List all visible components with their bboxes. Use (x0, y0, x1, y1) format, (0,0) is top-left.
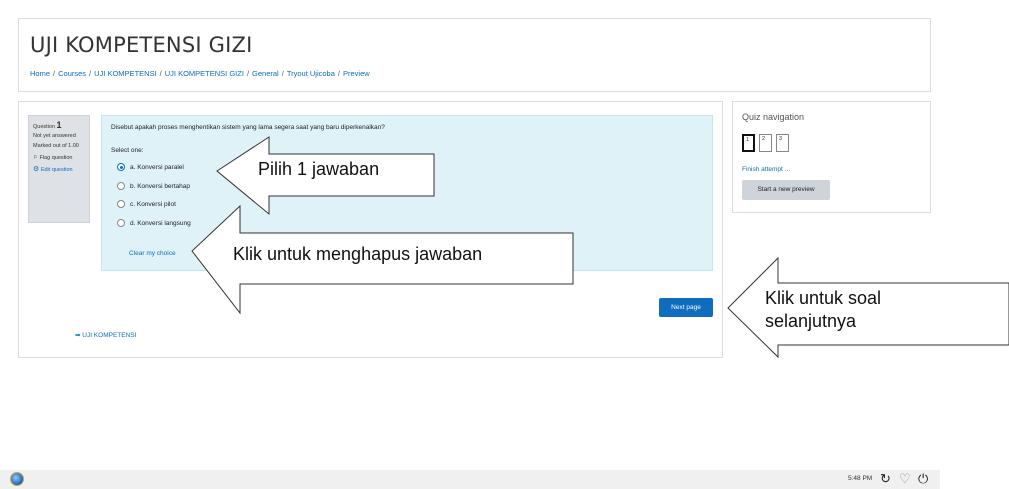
answer-option-c[interactable]: c. Konversi pilot (117, 200, 176, 208)
refresh-icon[interactable]: ↻ (880, 471, 891, 487)
quiz-page-buttons: 1 2 3 (742, 134, 789, 152)
answer-label: c. Konversi pilot (130, 200, 176, 208)
breadcrumb-separator: / (53, 69, 56, 78)
flag-question-label: Flag question (39, 155, 73, 162)
answer-option-d[interactable]: d. Konversi langsung (117, 219, 191, 227)
radio-button[interactable] (117, 219, 125, 227)
page-header: UJI KOMPETENSI GIZI Home / Courses / UJI KOM… (18, 18, 931, 92)
breadcrumb-separator: / (337, 69, 340, 78)
answer-label: a. Konversi paralel (130, 163, 184, 171)
gear-icon: ⚙ (33, 165, 40, 173)
answer-label: d. Konversi langsung (130, 219, 191, 227)
breadcrumb-quiz[interactable]: Tryout Ujicoba (287, 69, 335, 78)
start-orb-icon[interactable] (10, 472, 24, 486)
heart-icon[interactable]: ♡ (899, 471, 911, 487)
taskbar-clock: 5:48 PM (848, 475, 873, 482)
quiz-page-button-3[interactable]: 3 (776, 134, 789, 152)
breadcrumb-courses[interactable]: Courses (58, 69, 86, 78)
radio-button[interactable] (117, 200, 125, 208)
breadcrumb-separator: / (159, 69, 162, 78)
answer-option-b[interactable]: b. Konversi bertahap (117, 182, 190, 190)
quiz-navigation-panel: Quiz navigation 1 2 3 Finish attempt ...… (732, 101, 931, 213)
edit-question-link[interactable]: ⚙ Edit question (33, 165, 85, 174)
quiz-page-button-2[interactable]: 2 (759, 134, 772, 152)
breadcrumb-preview[interactable]: Preview (343, 69, 370, 78)
question-grade: Marked out of 1.00 (33, 142, 79, 149)
question-number: Question 1 (33, 119, 85, 131)
breadcrumb-separator: / (89, 69, 92, 78)
breadcrumb: Home / Courses / UJI KOMPETENSI / UJI KOMPETEN… (30, 69, 370, 78)
edit-question-label: Edit question (40, 166, 73, 173)
taskbar: 5:48 PM ↻ ♡ ⏻ (0, 470, 940, 489)
radio-button[interactable] (117, 163, 125, 171)
question-text: Disebut apakah proses menghentikan siste… (111, 124, 385, 131)
answer-option-a[interactable]: a. Konversi paralel (117, 163, 184, 171)
question-number-value: 1 (56, 120, 62, 130)
page-title: UJI KOMPETENSI GIZI (30, 33, 253, 57)
clear-my-choice-link[interactable]: Clear my choice (129, 250, 176, 257)
return-course-link[interactable]: ➡ UJI KOMPETENSI (75, 331, 136, 339)
start-new-preview-button[interactable]: Start a new preview (742, 180, 830, 200)
breadcrumb-course[interactable]: UJI KOMPETENSI GIZI (165, 69, 244, 78)
breadcrumb-separator: / (246, 69, 250, 78)
question-formulation: Disebut apakah proses menghentikan siste… (101, 115, 713, 271)
browser-content: UJI KOMPETENSI GIZI Home / Courses / UJI KOM… (0, 0, 940, 470)
select-one-label: Select one: (111, 147, 144, 154)
flag-icon: ⚐ (33, 155, 38, 162)
next-page-button[interactable]: Next page (659, 298, 713, 317)
quiz-navigation-title: Quiz navigation (742, 112, 805, 122)
radio-button[interactable] (117, 182, 125, 190)
quiz-page-button-1[interactable]: 1 (742, 134, 755, 152)
question-label: Question (33, 124, 56, 130)
power-icon[interactable]: ⏻ (918, 471, 928, 487)
breadcrumb-separator: / (281, 69, 284, 78)
screen: UJI KOMPETENSI GIZI Home / Courses / UJI KOM… (0, 0, 940, 489)
answer-label: b. Konversi bertahap (130, 182, 190, 190)
flag-question-link[interactable]: ⚐ Flag question (33, 155, 85, 162)
breadcrumb-section[interactable]: General (252, 69, 279, 78)
breadcrumb-course-category[interactable]: UJI KOMPETENSI (94, 69, 157, 78)
breadcrumb-home[interactable]: Home (30, 69, 50, 78)
question-info: Question 1 Not yet answered Marked out o… (28, 115, 90, 223)
question-status: Not yet answered (33, 133, 76, 140)
finish-attempt-link[interactable]: Finish attempt ... (742, 166, 790, 173)
question-panel: Question 1 Not yet answered Marked out o… (18, 101, 723, 358)
